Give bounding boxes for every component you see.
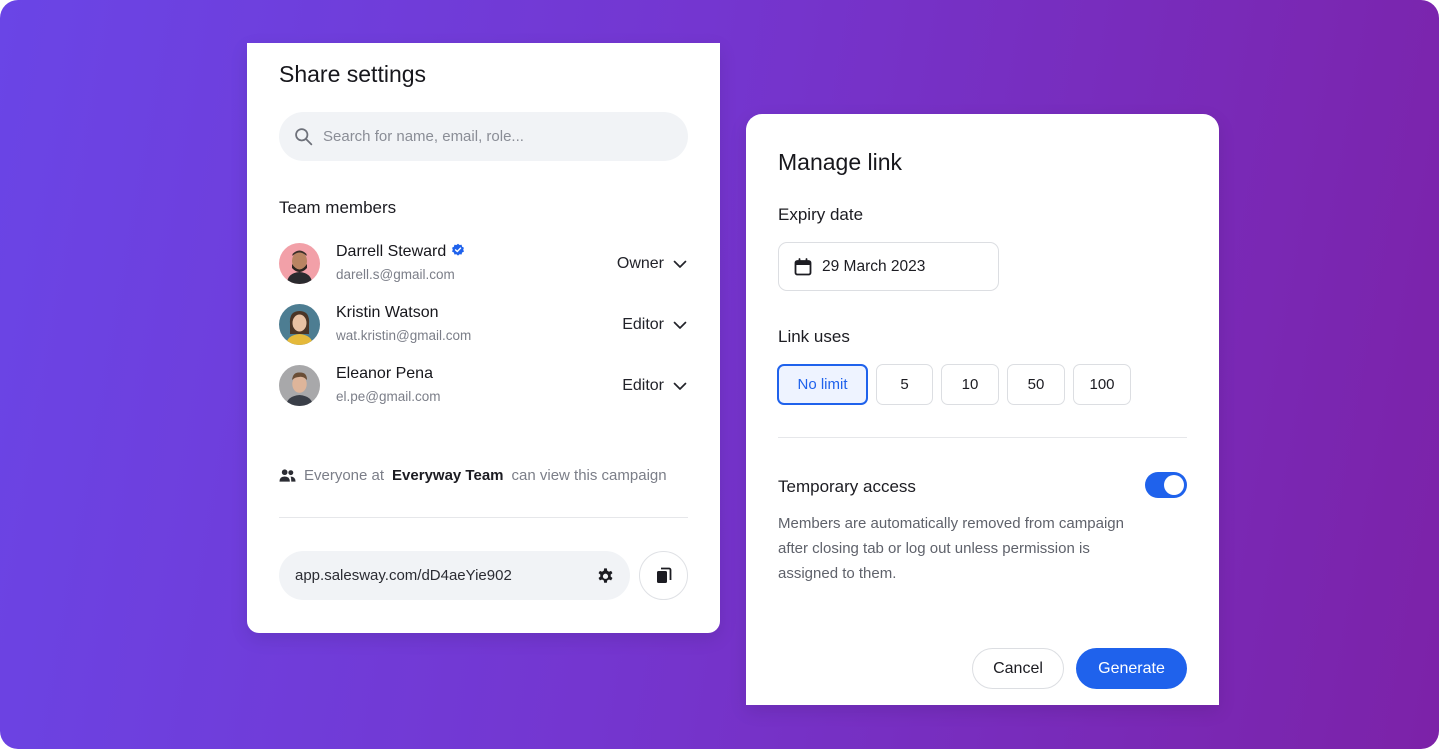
member-email: darell.s@gmail.com: [336, 267, 455, 282]
avatar: [279, 365, 320, 406]
expiry-date-value: 29 March 2023: [822, 257, 926, 275]
copy-link-button[interactable]: [639, 551, 688, 600]
member-name: Eleanor Pena: [336, 365, 433, 382]
team-members-heading: Team members: [279, 198, 397, 217]
role-label: Owner: [616, 255, 664, 272]
avatar: [279, 304, 320, 345]
temporary-access-description: Members are automatically removed from c…: [778, 515, 1124, 582]
everyone-prefix: Everyone at: [304, 467, 385, 484]
link-uses-options: No limit 5 10 50 100: [777, 364, 1131, 405]
member-email: wat.kristin@gmail.com: [336, 328, 472, 343]
role-dropdown[interactable]: Owner: [617, 254, 688, 274]
link-uses-option-5[interactable]: 5: [876, 364, 933, 405]
divider: [778, 437, 1187, 438]
search-box[interactable]: [279, 112, 688, 161]
verified-icon: [452, 243, 465, 256]
chevron-down-icon: [673, 382, 687, 390]
chevron-down-icon: [673, 260, 687, 268]
role-label: Editor: [622, 377, 664, 394]
manage-link-title: Manage link: [778, 149, 903, 175]
role-label: Editor: [622, 316, 664, 333]
share-link-text: app.salesway.com/dD4aeYie902: [295, 567, 512, 584]
link-uses-option-no-limit[interactable]: No limit: [777, 364, 868, 405]
calendar-icon: [794, 257, 812, 275]
everyone-access-note: Everyone at Everyway Team can view this …: [279, 467, 667, 484]
everyone-suffix: can view this campaign: [511, 467, 667, 484]
cancel-button[interactable]: Cancel: [972, 648, 1064, 689]
generate-button[interactable]: Generate: [1076, 648, 1187, 689]
users-icon: [279, 469, 296, 482]
member-email: el.pe@gmail.com: [336, 389, 441, 404]
link-uses-option-100[interactable]: 100: [1073, 364, 1131, 405]
link-uses-option-50[interactable]: 50: [1007, 364, 1065, 405]
share-settings-panel: Share settings Team members Darrell Stew…: [247, 43, 720, 633]
expiry-date-picker[interactable]: 29 March 2023: [778, 242, 999, 291]
member-row: Eleanor Pena el.pe@gmail.com Editor: [279, 365, 688, 409]
chevron-down-icon: [673, 321, 687, 329]
link-uses-option-10[interactable]: 10: [941, 364, 999, 405]
manage-link-panel: Manage link Expiry date 29 March 2023 Li…: [746, 114, 1219, 705]
temporary-access-label: Temporary access: [778, 477, 916, 496]
temporary-access-toggle[interactable]: [1145, 472, 1187, 498]
share-link-field[interactable]: app.salesway.com/dD4aeYie902: [279, 551, 630, 600]
role-dropdown[interactable]: Editor: [622, 376, 688, 396]
member-row: Kristin Watson wat.kristin@gmail.com Edi…: [279, 304, 688, 348]
role-dropdown[interactable]: Editor: [622, 315, 688, 335]
share-settings-title: Share settings: [279, 61, 427, 87]
copy-icon: [656, 567, 671, 583]
search-input[interactable]: [323, 112, 673, 161]
expiry-date-label: Expiry date: [778, 205, 864, 224]
member-name: Kristin Watson: [336, 304, 439, 321]
member-name: Darrell Steward: [336, 243, 465, 261]
link-uses-label: Link uses: [778, 327, 850, 346]
team-name: Everyway Team: [392, 467, 504, 484]
divider: [279, 517, 688, 518]
member-row: Darrell Steward darell.s@gmail.com Owner: [279, 243, 688, 287]
avatar: [279, 243, 320, 284]
search-icon: [295, 128, 313, 146]
gear-icon[interactable]: [596, 566, 615, 585]
toggle-knob: [1164, 475, 1184, 495]
